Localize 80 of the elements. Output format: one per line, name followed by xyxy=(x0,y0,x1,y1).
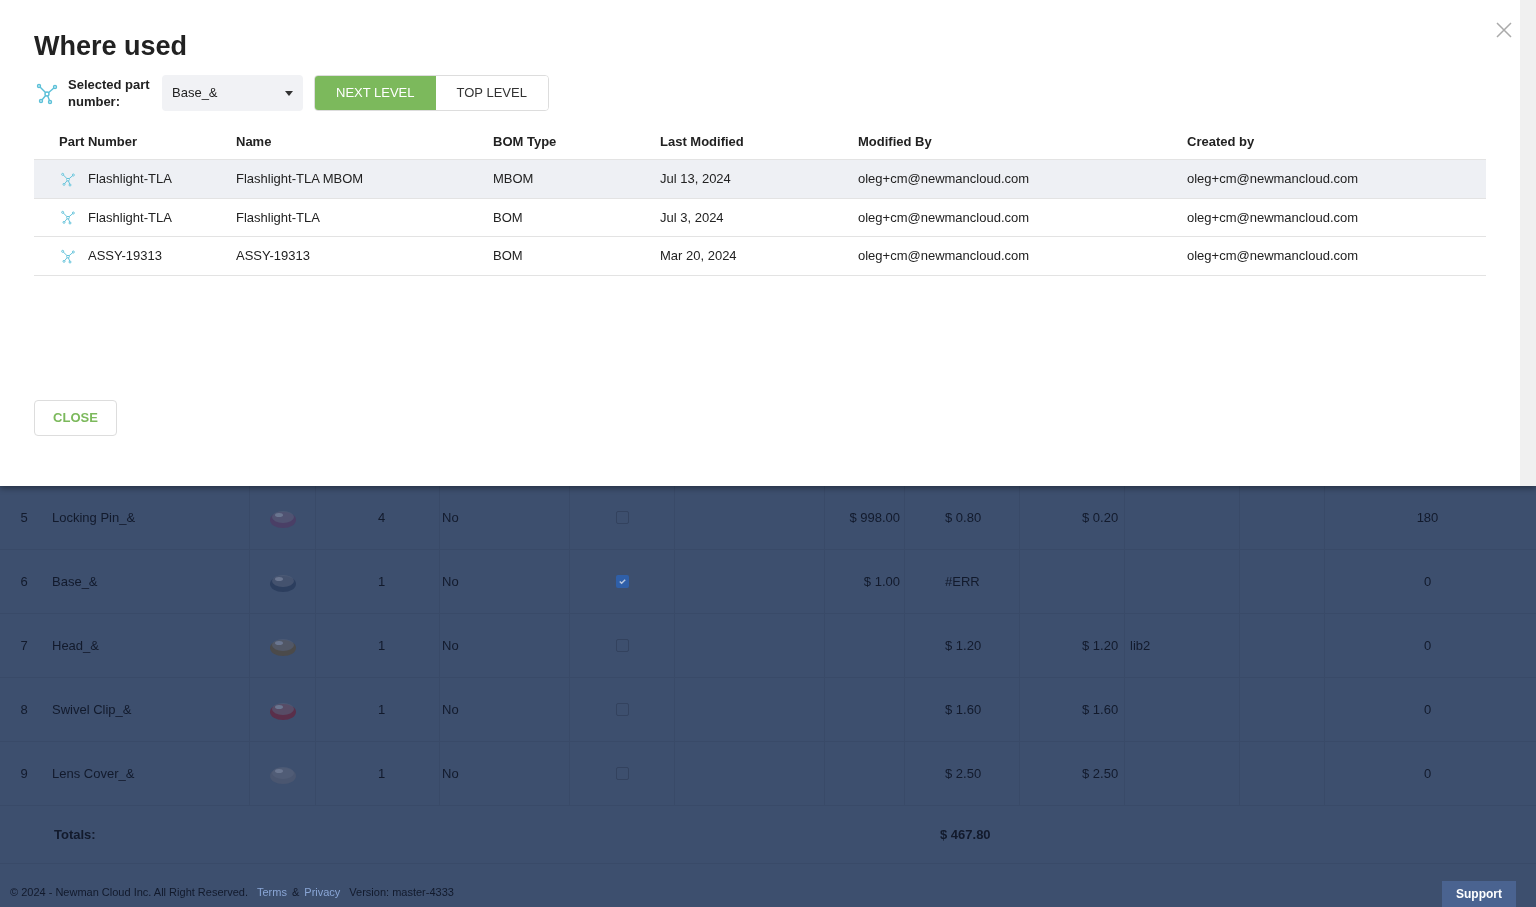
table-cell-text: oleg+cm@newmancloud.com xyxy=(858,247,1030,265)
row-number: 5 xyxy=(19,508,29,527)
selector-label: Selected part number: xyxy=(68,76,151,110)
table-cell-text: ASSY-19313 xyxy=(88,247,162,265)
table-cell-text: $ 998.00 xyxy=(849,508,900,527)
part-dropdown[interactable]: Base_& xyxy=(162,75,303,111)
column-header: Created by xyxy=(1187,133,1255,149)
part-name: Swivel Clip_& xyxy=(51,700,132,719)
part-name: Locking Pin_& xyxy=(51,508,136,527)
table-cell-text: ASSY-19313 xyxy=(236,247,310,265)
part-name: Lens Cover_& xyxy=(51,764,135,783)
support-button[interactable]: Support xyxy=(1442,881,1516,907)
table-cell-text: lib2 xyxy=(1130,636,1151,655)
network-icon xyxy=(60,209,76,226)
dialog-title: Where used xyxy=(34,30,189,63)
column-header: Modified By xyxy=(858,133,932,149)
table-cell-text: 0 xyxy=(1423,572,1432,591)
table-cell-text: oleg+cm@newmancloud.com xyxy=(858,208,1030,227)
column-header: Name xyxy=(236,133,272,149)
close-icon[interactable] xyxy=(1496,22,1512,38)
table-cell-text: 0 xyxy=(1423,700,1432,719)
table-cell-text: MBOM xyxy=(493,170,534,188)
row-number: 7 xyxy=(19,636,29,655)
table-cell-text: Flashlight-TLA MBOM xyxy=(236,170,364,188)
table-cell-text: Jul 3, 2024 xyxy=(660,208,724,227)
table-cell-text: $ 2.50 xyxy=(1082,764,1119,783)
table-cell-text: #ERR xyxy=(945,572,980,591)
totals-value: $ 467.80 xyxy=(940,825,991,844)
table-cell-text: $ 1.00 xyxy=(863,572,900,591)
part-name: Base_& xyxy=(51,572,98,591)
table-cell-text: BOM xyxy=(493,247,523,265)
ampersand: & xyxy=(291,884,300,900)
row-number: 9 xyxy=(19,764,29,783)
row-number: 6 xyxy=(19,572,29,591)
table-cell-text: Mar 20, 2024 xyxy=(660,247,737,265)
copyright-text: © 2024 - Newman Cloud Inc. All Right Reserved. xyxy=(10,884,248,900)
quantity: 1 xyxy=(376,572,386,591)
table-cell-text: No xyxy=(441,508,459,527)
table-cell-text: Flashlight-TLA xyxy=(88,170,172,188)
quantity: 1 xyxy=(376,764,386,783)
table-cell-text: Flashlight-TLA xyxy=(236,208,320,227)
table-cell-text: $ 1.60 xyxy=(945,700,982,719)
table-cell-text: No xyxy=(441,636,459,655)
table-cell-text: oleg+cm@newmancloud.com xyxy=(1187,170,1359,188)
network-icon xyxy=(60,247,76,264)
table-cell-text: $ 0.20 xyxy=(1082,508,1119,527)
table-cell-text: Flashlight-TLA xyxy=(88,208,172,227)
check-icon xyxy=(617,577,627,586)
checkbox[interactable] xyxy=(615,575,629,588)
version-text: Version: master-4333 xyxy=(349,884,454,900)
row-number: 8 xyxy=(19,700,29,719)
column-header: Last Modified xyxy=(660,133,744,149)
network-icon xyxy=(35,81,59,105)
table-cell-text: $ 1.20 xyxy=(945,636,982,655)
part-name: Head_& xyxy=(51,636,99,655)
quantity: 4 xyxy=(376,508,386,527)
table-cell-text: BOM xyxy=(493,208,523,227)
totals-label: Totals: xyxy=(53,825,97,844)
table-cell-text: 0 xyxy=(1423,764,1432,783)
table-cell-text: 0 xyxy=(1423,636,1432,655)
table-cell-text: No xyxy=(441,572,459,591)
table-cell-text: oleg+cm@newmancloud.com xyxy=(858,170,1030,188)
scrollbar-track[interactable] xyxy=(1520,0,1536,486)
quantity: 1 xyxy=(376,700,386,719)
quantity: 1 xyxy=(376,636,386,655)
table-cell-text: oleg+cm@newmancloud.com xyxy=(1187,208,1359,227)
network-icon xyxy=(60,170,76,187)
table-cell-text: $ 0.80 xyxy=(945,508,982,527)
table-cell-text: No xyxy=(441,700,459,719)
table-cell-text: Jul 13, 2024 xyxy=(660,170,731,188)
table-cell-text: 180 xyxy=(1416,508,1439,527)
column-header: BOM Type xyxy=(493,133,557,149)
result-row[interactable]: Flashlight-TLA Flashlight-TLA MBOM MBOM Jul 13, 2024 oleg+cm@newmancloud.com oleg+cm@newmancloud.com xyxy=(34,160,1486,199)
table-cell-text: $ 2.50 xyxy=(945,764,982,783)
table-cell-text: $ 1.20 xyxy=(1082,636,1119,655)
table-cell-text: $ 1.60 xyxy=(1082,700,1119,719)
column-header: Part Number xyxy=(59,133,138,149)
caret-icon xyxy=(285,90,293,96)
table-cell-text: No xyxy=(441,764,459,783)
table-cell-text: oleg+cm@newmancloud.com xyxy=(1187,247,1359,265)
